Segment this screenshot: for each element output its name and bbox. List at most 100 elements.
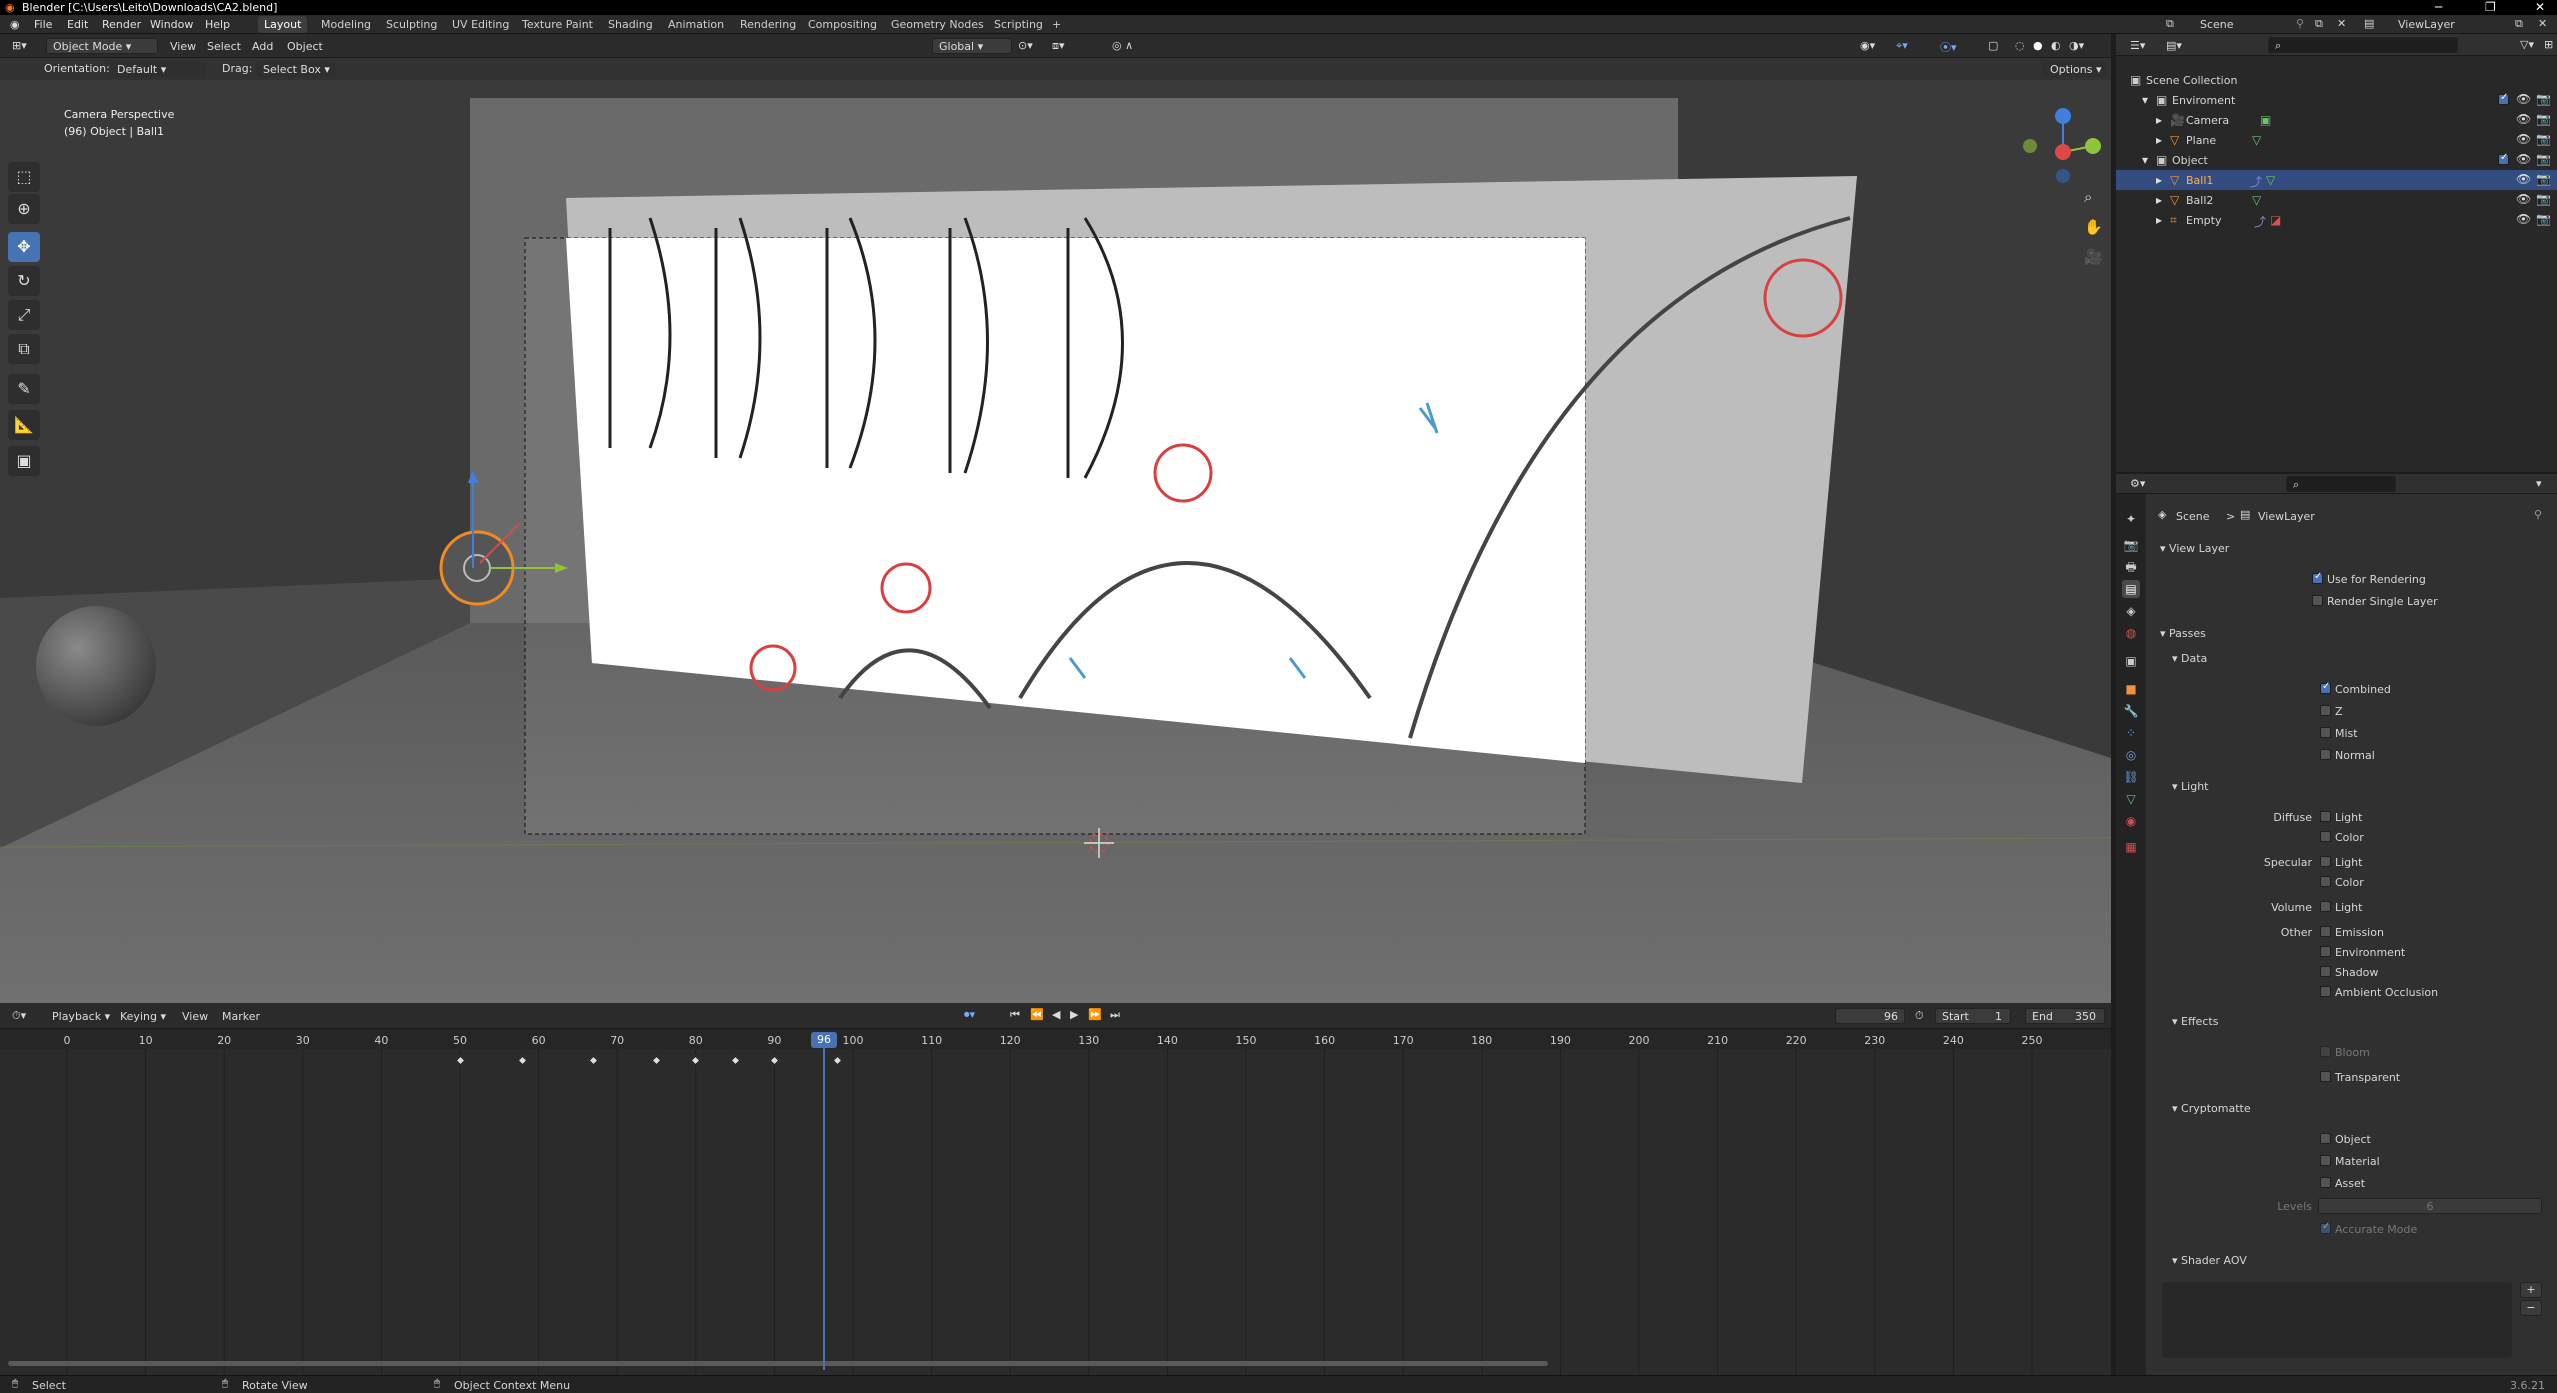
view-layer-tab-icon[interactable]: ▤ bbox=[2122, 580, 2140, 598]
timeline-editor[interactable]: ⏱▾ Playback ▾ Keying ▾ View Marker ⏺▾ ⏮ … bbox=[0, 1003, 2111, 1375]
restore-icon[interactable]: ❐ bbox=[2485, 0, 2496, 14]
eye-icon[interactable]: 👁 bbox=[2516, 192, 2531, 206]
z-checkbox[interactable] bbox=[2320, 705, 2331, 716]
camera-render-icon[interactable]: 📷 bbox=[2536, 132, 2551, 146]
move-tool[interactable]: ✥ bbox=[8, 232, 40, 262]
mist-checkbox[interactable] bbox=[2320, 727, 2331, 738]
shading-rendered-icon[interactable]: ◑▾ bbox=[2069, 39, 2084, 52]
menu-file[interactable]: File bbox=[34, 18, 52, 31]
specular-light-checkbox[interactable] bbox=[2320, 856, 2331, 867]
transform-orientation-selector[interactable]: Global ▾ bbox=[932, 38, 1012, 54]
outliner-display-mode-icon[interactable]: ▤▾ bbox=[2166, 39, 2182, 52]
annotate-tool[interactable]: ✎ bbox=[8, 374, 40, 404]
camera-view-icon[interactable]: 🎥 bbox=[2084, 248, 2103, 266]
workspace-tab-rendering[interactable]: Rendering bbox=[734, 16, 802, 33]
expand-arrow-icon[interactable]: ▸ bbox=[2156, 213, 2162, 227]
workspace-tab-modeling[interactable]: Modeling bbox=[315, 16, 377, 33]
cursor-tool[interactable]: ⊕ bbox=[8, 194, 40, 224]
new-collection-icon[interactable]: ⊞ bbox=[2544, 38, 2553, 51]
proportional-edit-icon[interactable]: ◎ ∧ bbox=[1112, 39, 1133, 52]
properties-options-icon[interactable]: ▾ bbox=[2536, 477, 2542, 490]
delete-view-layer-icon[interactable]: ✕ bbox=[2538, 17, 2547, 30]
diffuse-light-checkbox[interactable] bbox=[2320, 811, 2331, 822]
view-layer-selector[interactable]: ViewLayer bbox=[2398, 18, 2455, 31]
eye-icon[interactable]: 👁 bbox=[2516, 172, 2531, 186]
outliner-editor-type-icon[interactable]: ☰▾ bbox=[2130, 39, 2145, 52]
new-scene-icon[interactable]: ⧉ bbox=[2315, 17, 2323, 31]
texture-tab-icon[interactable]: ▦ bbox=[2122, 838, 2140, 856]
output-tab-icon[interactable]: 🖶 bbox=[2122, 558, 2140, 576]
menu-select[interactable]: Select bbox=[207, 40, 241, 53]
minimize-icon[interactable]: ─ bbox=[2435, 0, 2442, 14]
play-reverse-icon[interactable]: ◀ bbox=[1052, 1008, 1060, 1021]
camera-render-icon[interactable]: 📷 bbox=[2536, 192, 2551, 206]
select-box-tool[interactable]: ⬚ bbox=[8, 162, 40, 192]
pan-hand-icon[interactable]: ✋ bbox=[2084, 218, 2103, 236]
scene-icon[interactable]: ⧉ bbox=[2166, 17, 2174, 31]
expand-arrow-icon[interactable]: ▸ bbox=[2156, 173, 2162, 187]
outliner-row-ball1[interactable]: ▸ ▽ Ball1 ⤴ ▽ 👁 📷 bbox=[2116, 170, 2557, 190]
specular-color-checkbox[interactable] bbox=[2320, 876, 2331, 887]
timeline-view-menu[interactable]: View bbox=[182, 1010, 208, 1023]
scale-tool[interactable]: ⤢ bbox=[8, 300, 40, 330]
pivot-icon[interactable]: ⊙▾ bbox=[1018, 39, 1033, 52]
menu-add[interactable]: Add bbox=[252, 40, 273, 53]
camera-render-icon[interactable]: 📷 bbox=[2536, 152, 2551, 166]
keying-menu[interactable]: Keying ▾ bbox=[120, 1010, 166, 1023]
outliner-row-camera[interactable]: ▸ 🎥 Camera ▣ 👁 📷 bbox=[2116, 110, 2557, 130]
auto-keying-icon[interactable]: ⏺▾ bbox=[964, 1008, 975, 1022]
camera-render-icon[interactable]: 📷 bbox=[2536, 172, 2551, 186]
camera-render-icon[interactable]: 📷 bbox=[2536, 212, 2551, 226]
expand-arrow-icon[interactable]: ▸ bbox=[2156, 113, 2162, 127]
workspace-tab-animation[interactable]: Animation bbox=[662, 16, 730, 33]
jump-keyframe-forward-icon[interactable]: ⏩ bbox=[1088, 1008, 1102, 1021]
expand-arrow-icon[interactable]: ▾ bbox=[2142, 153, 2148, 167]
constraints-tab-icon[interactable]: ⛓ bbox=[2122, 768, 2140, 786]
editor-type-icon[interactable]: ⊞▾ bbox=[12, 39, 27, 52]
render-tab-icon[interactable]: 📷 bbox=[2122, 536, 2140, 554]
subpanel-cryptomatte-header[interactable]: ▾ Cryptomatte bbox=[2172, 1102, 2251, 1115]
subpanel-data-header[interactable]: ▾ Data bbox=[2172, 652, 2207, 665]
eye-icon[interactable]: 👁 bbox=[2516, 92, 2531, 106]
diffuse-color-checkbox[interactable] bbox=[2320, 831, 2331, 842]
shading-solid-icon[interactable]: ● bbox=[2033, 39, 2043, 52]
drag-selector[interactable]: Select Box ▾ bbox=[256, 61, 336, 77]
exclude-checkbox[interactable] bbox=[2498, 92, 2509, 105]
zoom-icon[interactable]: ⌕ bbox=[2084, 188, 2092, 206]
current-frame-field[interactable]: 96 bbox=[1835, 1008, 1905, 1024]
xray-icon[interactable]: ▢ bbox=[1988, 39, 1998, 52]
playback-menu[interactable]: Playback ▾ bbox=[52, 1010, 110, 1023]
subpanel-shader-aov-header[interactable]: ▾ Shader AOV bbox=[2172, 1254, 2247, 1267]
preview-range-icon[interactable]: ⏱ bbox=[1915, 1009, 1924, 1023]
combined-checkbox[interactable] bbox=[2320, 681, 2331, 694]
expand-arrow-icon[interactable]: ▾ bbox=[2142, 93, 2148, 107]
jump-keyframe-back-icon[interactable]: ⏪ bbox=[1030, 1008, 1044, 1021]
workspace-tab-uv-editing[interactable]: UV Editing bbox=[446, 16, 515, 33]
transform-tool[interactable]: ⧉ bbox=[8, 334, 40, 364]
workspace-tab-shading[interactable]: Shading bbox=[602, 16, 659, 33]
overlay-icon[interactable]: ⦿▾ bbox=[1940, 39, 1957, 55]
crypto-object-checkbox[interactable] bbox=[2320, 1133, 2331, 1144]
add-aov-button[interactable]: + bbox=[2520, 1282, 2542, 1298]
expand-arrow-icon[interactable]: ▸ bbox=[2156, 193, 2162, 207]
add-workspace-button[interactable]: + bbox=[1046, 16, 1067, 33]
particles-tab-icon[interactable]: ⁘ bbox=[2122, 724, 2140, 742]
subpanel-effects-header[interactable]: ▾ Effects bbox=[2172, 1015, 2218, 1028]
normal-checkbox[interactable] bbox=[2320, 749, 2331, 760]
emission-checkbox[interactable] bbox=[2320, 926, 2331, 937]
transparent-checkbox[interactable] bbox=[2320, 1071, 2331, 1082]
menu-view[interactable]: View bbox=[170, 40, 196, 53]
subpanel-light-header[interactable]: ▾ Light bbox=[2172, 780, 2208, 793]
outliner-row-enviroment[interactable]: ▾ ▣ Enviroment 👁 📷 bbox=[2116, 90, 2557, 110]
scene-tab-icon[interactable]: ◈ bbox=[2122, 602, 2140, 620]
options-button[interactable]: Options ▾ bbox=[2043, 61, 2107, 77]
workspace-tab-texture-paint[interactable]: Texture Paint bbox=[516, 16, 599, 33]
material-tab-icon[interactable]: ◉ bbox=[2122, 812, 2140, 830]
menu-object[interactable]: Object bbox=[287, 40, 323, 53]
properties-search-input[interactable]: ⌕ bbox=[2286, 476, 2396, 492]
scene-selector[interactable]: Scene bbox=[2200, 18, 2234, 31]
menu-edit[interactable]: Edit bbox=[67, 18, 88, 31]
measure-tool[interactable]: 📐 bbox=[8, 410, 40, 440]
timeline-scrollbar[interactable] bbox=[8, 1361, 1548, 1366]
view-layer-icon[interactable]: ▤ bbox=[2364, 17, 2374, 30]
